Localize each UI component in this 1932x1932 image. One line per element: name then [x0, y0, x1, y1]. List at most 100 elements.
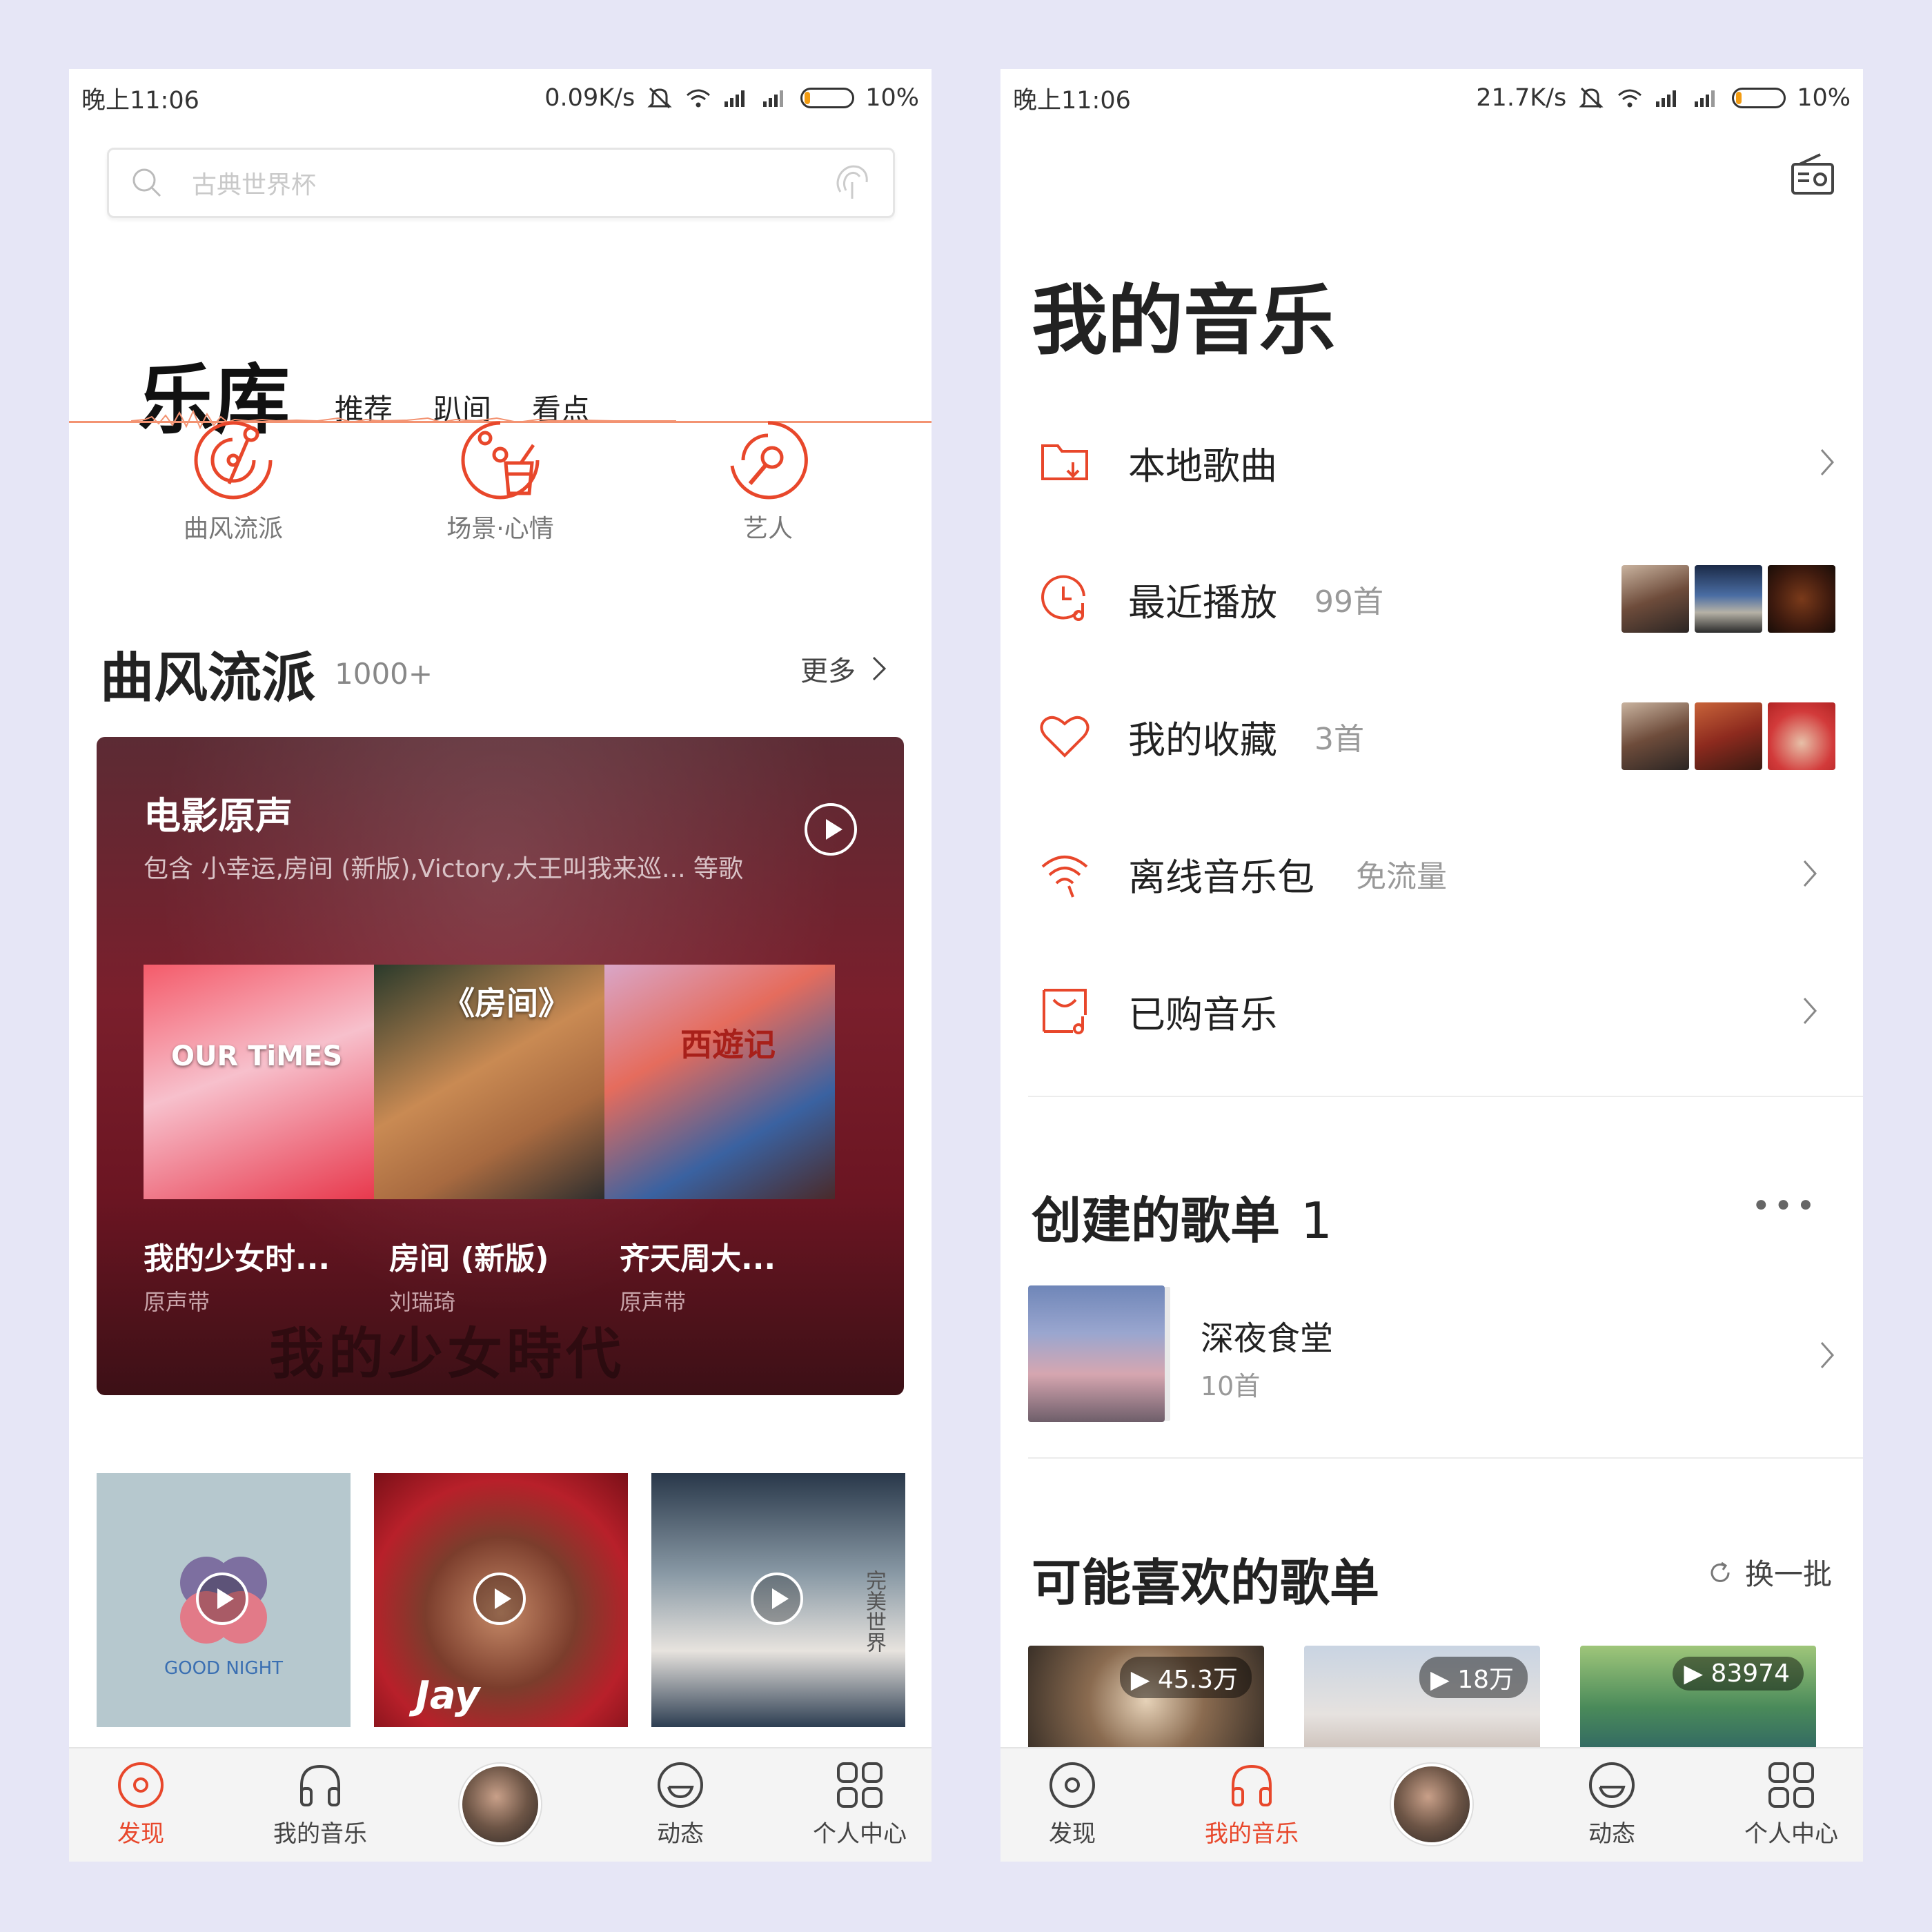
mute-bell-icon: [1579, 87, 1604, 109]
search-placeholder: 古典世界杯: [192, 171, 317, 199]
album-item[interactable]: 房间 (新版) 刘瑞琦: [389, 1234, 549, 1317]
status-time: 晚上11:06: [1013, 86, 1131, 115]
album-item[interactable]: 我的少女时... 原声带: [144, 1234, 330, 1317]
recent-covers: [1621, 565, 1835, 633]
album-cover[interactable]: 《房间》: [374, 965, 604, 1199]
signal-icon: [724, 90, 745, 107]
nav-label: 动态: [1588, 1820, 1635, 1848]
left-phone-screen: 晚上11:06 0.09K/s 10% 古典世界杯 乐库 推荐 趴间 看点 曲风…: [69, 69, 931, 1862]
folder-download-icon: [1041, 444, 1088, 480]
menu-label: 本地歌曲: [1128, 444, 1277, 488]
menu-label: 离线音乐包: [1128, 855, 1314, 899]
playlist-thumbnail[interactable]: 完美世界: [651, 1473, 905, 1727]
heart-icon: [1040, 716, 1090, 758]
nav-discover[interactable]: 发现: [72, 1759, 210, 1849]
category-genre[interactable]: 曲风流派: [157, 417, 309, 544]
status-bar: 晚上11:06 0.09K/s 10%: [69, 69, 931, 127]
created-playlists-title: 创建的歌单 1: [1032, 1180, 1332, 1252]
headphones-icon: [1232, 1764, 1272, 1806]
wifi-icon: [1041, 856, 1088, 898]
menu-purchased[interactable]: 已购音乐: [1000, 969, 1863, 1052]
nav-label: 个人中心: [1744, 1820, 1838, 1848]
playlist-thumbnail[interactable]: GOOD NIGHT: [97, 1473, 351, 1727]
nav-feed[interactable]: 动态: [1543, 1759, 1681, 1849]
play-count-badge: ▶ 18万: [1419, 1657, 1528, 1698]
play-count: 18万: [1457, 1666, 1514, 1694]
play-count: 45.3万: [1157, 1666, 1238, 1694]
menu-offline-pack[interactable]: 离线音乐包 免流量: [1000, 832, 1863, 915]
radio-icon[interactable]: [1790, 152, 1835, 197]
film-soundtrack-card[interactable]: 我的少女時代 电影原声 包含 小幸运,房间 (新版),Victory,大王叫我来…: [97, 737, 904, 1395]
nav-profile[interactable]: 个人中心: [791, 1759, 929, 1849]
album-thumbnail: [1621, 565, 1689, 633]
album-thumbnail: [1768, 565, 1835, 633]
status-time: 晚上11:06: [81, 86, 199, 115]
nav-label: 我的音乐: [1205, 1820, 1299, 1848]
network-speed: 21.7K/s: [1476, 84, 1567, 112]
chevron-right-icon[interactable]: [1819, 1340, 1835, 1370]
nav-label: 发现: [1049, 1820, 1096, 1848]
now-playing-avatar[interactable]: [460, 1764, 541, 1845]
play-all-button[interactable]: [805, 803, 857, 856]
album-cover[interactable]: OUR TiMES: [144, 965, 374, 1199]
search-bar[interactable]: 古典世界杯: [107, 148, 895, 218]
page-title: 我的音乐: [1032, 277, 1335, 365]
nav-discover[interactable]: 发现: [1003, 1759, 1141, 1849]
album-name: 齐天周大...: [620, 1241, 776, 1276]
now-playing-avatar[interactable]: [1391, 1764, 1472, 1845]
more-label: 更多: [800, 656, 856, 687]
disc-icon: [1049, 1762, 1095, 1808]
album-artist: 原声带: [144, 1289, 210, 1315]
nav-my-music[interactable]: 我的音乐: [1183, 1759, 1321, 1849]
nav-feed[interactable]: 动态: [611, 1759, 749, 1849]
category-genre-label: 曲风流派: [183, 515, 283, 543]
album-thumbnail: [1768, 702, 1835, 770]
nav-label: 动态: [657, 1820, 704, 1848]
category-artist-label: 艺人: [742, 515, 793, 543]
nav-profile[interactable]: 个人中心: [1722, 1759, 1860, 1849]
bottom-navigation: 发现 我的音乐 动态 个人中心: [1000, 1747, 1863, 1862]
bottom-navigation: 发现 我的音乐 动态 个人中心: [69, 1747, 931, 1862]
menu-tag: 免流量: [1356, 859, 1447, 894]
status-bar: 晚上11:06 21.7K/s 10%: [1000, 69, 1863, 127]
album-thumbnail: [1621, 702, 1689, 770]
section-title: 曲风流派: [100, 647, 316, 709]
right-phone-screen: 晚上11:06 21.7K/s 10% 我的音乐 本地歌曲 最近播放 99首 我…: [1000, 69, 1863, 1862]
menu-label: 已购音乐: [1128, 992, 1277, 1036]
bag-music-icon: [1043, 989, 1087, 1034]
refresh-label: 换一批: [1744, 1557, 1832, 1591]
category-scene[interactable]: 场景·心情: [424, 417, 576, 544]
play-button[interactable]: [473, 1573, 526, 1625]
section-count: 1000+: [335, 657, 433, 691]
play-button[interactable]: [196, 1573, 248, 1625]
playlist-thumbnail[interactable]: Jay: [374, 1473, 628, 1727]
divider: [1028, 1457, 1863, 1459]
headphones-icon: [300, 1764, 340, 1806]
grid-icon: [837, 1762, 883, 1808]
album-artist: 原声带: [620, 1289, 687, 1315]
more-link[interactable]: 更多: [800, 649, 887, 689]
more-options-icon[interactable]: •••: [1751, 1187, 1818, 1225]
playlist-cover[interactable]: [1028, 1285, 1165, 1422]
playlist-name[interactable]: 深夜食堂: [1201, 1311, 1333, 1359]
album-covers: OUR TiMES 《房间》 西遊记: [144, 965, 835, 1199]
audio-recognize-icon[interactable]: [832, 163, 872, 203]
refresh-button[interactable]: 换一批: [1708, 1551, 1832, 1593]
nav-my-music[interactable]: 我的音乐: [251, 1759, 389, 1849]
category-artist[interactable]: 艺人: [692, 417, 844, 544]
thumbnail-caption: GOOD NIGHT: [164, 1658, 284, 1679]
play-button[interactable]: [751, 1573, 803, 1625]
menu-favorites[interactable]: 我的收藏 3首: [1000, 695, 1863, 778]
menu-recent-plays[interactable]: 最近播放 99首: [1000, 558, 1863, 640]
album-cover[interactable]: 西遊记: [604, 965, 835, 1199]
card-subtitle: 包含 小幸运,房间 (新版),Victory,大王叫我来巡... 等歌: [144, 855, 743, 883]
disc-icon: [118, 1762, 164, 1808]
mute-bell-icon: [647, 87, 672, 109]
album-item[interactable]: 齐天周大... 原声带: [620, 1234, 776, 1317]
microphone-icon: [730, 421, 808, 500]
category-scene-label: 场景·心情: [446, 515, 554, 543]
menu-local-songs[interactable]: 本地歌曲: [1000, 421, 1863, 504]
network-speed: 0.09K/s: [544, 84, 635, 112]
battery-level: 10%: [1797, 84, 1851, 112]
menu-label: 最近播放: [1128, 580, 1277, 624]
